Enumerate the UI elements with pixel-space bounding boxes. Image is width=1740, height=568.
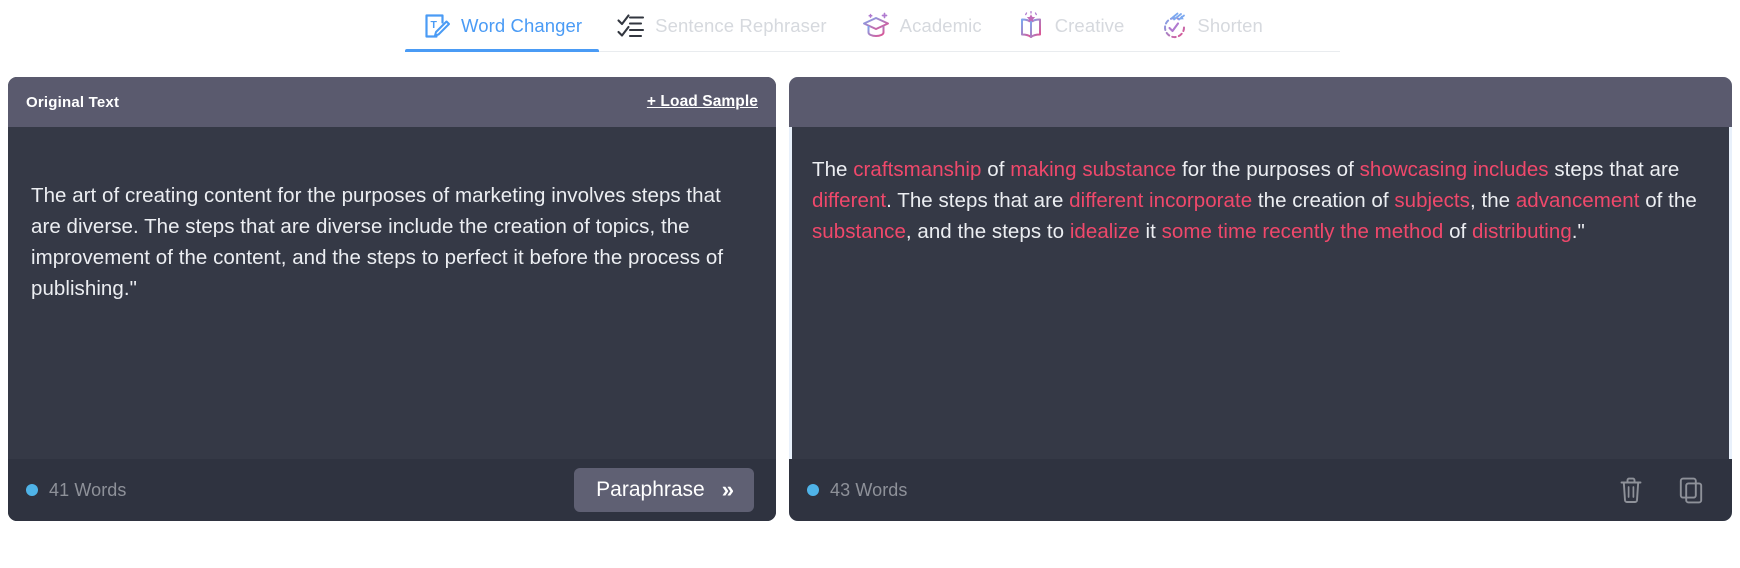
highlighted-word: subjects [1394, 188, 1470, 212]
text-edit-icon: T [422, 11, 452, 41]
tab-sentence-rephraser[interactable]: Sentence Rephraser [599, 0, 844, 52]
highlighted-word: different incorporate [1069, 188, 1253, 212]
trash-icon[interactable] [1618, 476, 1644, 504]
plain-text-run: the creation of [1252, 188, 1395, 212]
open-book-icon [1016, 10, 1046, 41]
copy-icon[interactable] [1678, 476, 1704, 504]
highlighted-word: different [812, 188, 887, 212]
tab-creative[interactable]: Creative [999, 0, 1142, 52]
plain-text-run: for the purposes of [1176, 158, 1360, 181]
paraphrased-panel-footer: 43 Words [789, 459, 1732, 521]
paraphrased-word-count-label: 43 Words [830, 479, 908, 500]
highlighted-word: distributing [1472, 219, 1572, 243]
original-panel-footer: 41 Words Paraphrase » [8, 459, 776, 521]
plain-text-run: of [981, 158, 1011, 181]
word-count-dot [26, 484, 38, 496]
plain-text-run: ." [1571, 219, 1585, 243]
highlighted-word: craftsmanship [853, 158, 982, 181]
plain-text-run: of the [1639, 188, 1697, 212]
double-chevron-right-icon: » [721, 477, 734, 502]
highlighted-word: advancement [1515, 188, 1640, 212]
paraphrase-button-label: Paraphrase [596, 478, 705, 501]
mode-tab-bar: T Word Changer Sentence Rephraser Academ… [405, 0, 1340, 52]
plain-text-run: , the [1469, 188, 1516, 212]
paraphrased-text-panel: The craftsmanship of making substance fo… [789, 77, 1732, 521]
highlighted-word: idealize [1069, 219, 1140, 243]
shorten-clock-icon [1158, 11, 1188, 41]
graduation-cap-icon [861, 11, 891, 41]
tab-label-academic: Academic [899, 14, 982, 36]
tab-academic[interactable]: Academic [844, 0, 999, 52]
plain-text-run: , and the steps to [905, 219, 1070, 243]
plain-text-run: The [812, 158, 854, 181]
paraphrase-button[interactable]: Paraphrase » [574, 468, 754, 512]
tab-label-sentence-rephraser: Sentence Rephraser [655, 14, 827, 36]
plain-text-run: of [1443, 219, 1473, 243]
original-text-panel: Original Text + Load Sample The art of c… [8, 77, 776, 521]
paraphraser-app: T Word Changer Sentence Rephraser Academ… [0, 0, 1740, 568]
tab-label-word-changer: Word Changer [461, 14, 583, 36]
word-count-dot [807, 484, 819, 496]
plain-text-run: steps that are [1548, 158, 1680, 181]
plain-text-run: . The steps that are [886, 188, 1070, 212]
tab-label-shorten: Shorten [1197, 14, 1263, 36]
svg-text:T: T [431, 19, 438, 31]
highlighted-word: showcasing includes [1359, 158, 1549, 181]
checklist-icon [616, 11, 646, 41]
tab-word-changer[interactable]: T Word Changer [405, 0, 600, 52]
tab-shorten[interactable]: Shorten [1141, 0, 1280, 52]
paraphrased-text-content[interactable]: The craftsmanship of making substance fo… [812, 153, 1709, 248]
paraphrased-panel-header [789, 77, 1732, 127]
original-text-content[interactable]: The art of creating content for the purp… [31, 153, 753, 305]
paraphrased-actions [1618, 476, 1714, 504]
load-sample-link[interactable]: + Load Sample [647, 93, 758, 111]
original-word-count-label: 41 Words [49, 479, 127, 500]
panel-title-original: Original Text [26, 93, 120, 111]
original-panel-header: Original Text + Load Sample [8, 77, 776, 127]
paraphrased-word-count: 43 Words [807, 480, 908, 501]
plain-text-run: it [1139, 219, 1162, 243]
original-word-count: 41 Words [26, 480, 127, 501]
highlighted-word: making substance [1010, 158, 1177, 181]
tab-label-creative: Creative [1054, 14, 1125, 36]
highlighted-word: substance [812, 219, 906, 243]
highlighted-word: some time recently the method [1161, 219, 1444, 243]
